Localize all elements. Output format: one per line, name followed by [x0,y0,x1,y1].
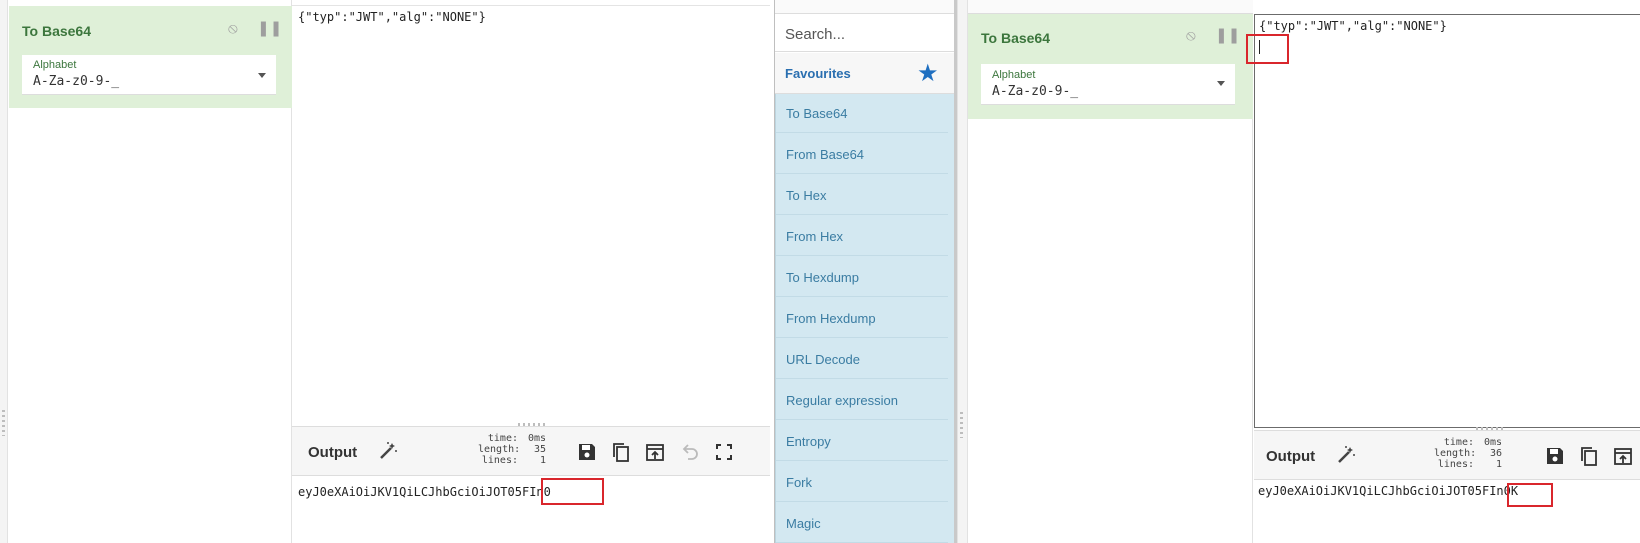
operation-item[interactable]: From Hexdump [776,299,948,338]
chevron-down-icon [1217,81,1225,86]
alphabet-value: A-Za-z0-9-_ [33,74,120,89]
alphabet-label: Alphabet [33,59,77,71]
search-placeholder: Search... [785,26,846,43]
input-top-border [292,5,770,6]
magic-wand-icon[interactable] [1335,444,1357,466]
input-text[interactable]: {"typ":"JWT","alg":"NONE"} [1259,19,1447,33]
left-input-panel[interactable]: {"typ":"JWT","alg":"NONE"} [292,0,770,424]
disable-icon[interactable]: ⦸ [1186,27,1196,44]
output-title: Output [308,444,358,461]
left-output-panel[interactable]: eyJ0eXAiOiJKV1QiLCJhbGciOiJOT05FIn0 [292,476,770,543]
stat-key: length: [1434,448,1477,459]
resize-handle[interactable] [2,410,5,436]
recipe-header-strip [968,0,1253,14]
right-input-panel[interactable]: {"typ":"JWT","alg":"NONE"} [1254,14,1640,428]
stat-value: 0ms [1483,437,1502,448]
stat-key: time: [487,433,518,444]
stat-value: 1 [1495,459,1502,470]
maximise-icon[interactable] [713,441,735,463]
right-output-header: Output time: 0ms length: 36 lines: 1 [1254,430,1640,480]
stat-value: 1 [539,455,546,466]
recipe-card-to-base64: To Base64 ⦸ ❚❚ Alphabet A-Za-z0-9-_ [968,14,1253,119]
operation-item[interactable]: Regular expression [776,381,948,420]
stat-value: 0ms [527,433,546,444]
operation-item[interactable]: From Base64 [776,135,948,174]
magic-wand-icon[interactable] [377,440,399,462]
recipe-card-to-base64: To Base64 ⦸ ❚❚ Alphabet A-Za-z0-9-_ [9,6,292,108]
star-icon: ★ [917,60,939,87]
stat-key: lines: [481,455,518,466]
input-text[interactable]: {"typ":"JWT","alg":"NONE"} [298,10,486,24]
operation-item[interactable]: URL Decode [776,340,948,379]
replace-input-icon[interactable] [1612,445,1634,467]
undo-icon[interactable] [679,441,701,463]
stat-value: 35 [533,444,546,455]
disable-icon[interactable]: ⦸ [228,20,238,37]
alphabet-select[interactable]: Alphabet A-Za-z0-9-_ [981,64,1235,105]
operation-item[interactable]: To Hex [776,176,948,215]
replace-input-icon[interactable] [644,441,666,463]
operation-item[interactable]: From Hex [776,217,948,256]
output-stats: time: 0ms length: 36 lines: 1 [1434,437,1502,470]
output-text[interactable]: eyJ0eXAiOiJKV1QiLCJhbGciOiJOT05FIn0 [298,485,551,499]
left-recipe-panel: To Base64 ⦸ ❚❚ Alphabet A-Za-z0-9-_ [0,0,292,543]
left-output-highlight [541,478,604,505]
output-title: Output [1266,448,1316,465]
alphabet-select[interactable]: Alphabet A-Za-z0-9-_ [22,55,276,95]
output-text[interactable]: eyJ0eXAiOiJKV1QiLCJhbGciOiJOT05FIn0K [1258,484,1518,498]
operation-item[interactable]: Magic [776,504,948,543]
chevron-down-icon [258,73,266,78]
copy-icon[interactable] [610,441,632,463]
operations-header-strip [775,0,958,14]
recipe-title: To Base64 [981,30,1050,46]
operations-panel: Search... Favourites ★ To Base64 From Ba… [774,0,958,543]
left-output-header: Output time: 0ms length: 35 lines: 1 [292,426,770,476]
right-input-highlight [1246,34,1289,64]
right-output-panel[interactable]: eyJ0eXAiOiJKV1QiLCJhbGciOiJOT05FIn0K [1254,480,1640,543]
save-icon[interactable] [1544,445,1566,467]
pause-icon[interactable]: ❚❚ [1215,26,1240,44]
alphabet-label: Alphabet [992,69,1036,81]
operation-item[interactable]: Fork [776,463,948,502]
stat-value: 36 [1489,448,1502,459]
right-left-gutter [957,0,968,543]
pause-icon[interactable]: ❚❚ [257,19,282,37]
recipe-title: To Base64 [22,23,91,39]
right-recipe-panel: To Base64 ⦸ ❚❚ Alphabet A-Za-z0-9-_ [968,0,1253,543]
save-icon[interactable] [576,441,598,463]
resize-handle[interactable] [960,412,963,438]
stat-key: lines: [1437,459,1474,470]
stat-key: time: [1443,437,1474,448]
right-output-highlight [1507,483,1553,507]
copy-icon[interactable] [1578,445,1600,467]
operation-item[interactable]: To Base64 [776,94,948,133]
stat-key: length: [478,444,521,455]
left-edge-gutter [0,0,8,543]
operations-list: To Base64 From Base64 To Hex From Hex To… [775,94,958,543]
search-input[interactable]: Search... [775,14,958,52]
output-stats: time: 0ms length: 35 lines: 1 [478,433,546,466]
favourites-label: Favourites [785,66,851,81]
alphabet-value: A-Za-z0-9-_ [992,84,1079,99]
favourites-header[interactable]: Favourites ★ [775,53,958,94]
operation-item[interactable]: Entropy [776,422,948,461]
operation-item[interactable]: To Hexdump [776,258,948,297]
